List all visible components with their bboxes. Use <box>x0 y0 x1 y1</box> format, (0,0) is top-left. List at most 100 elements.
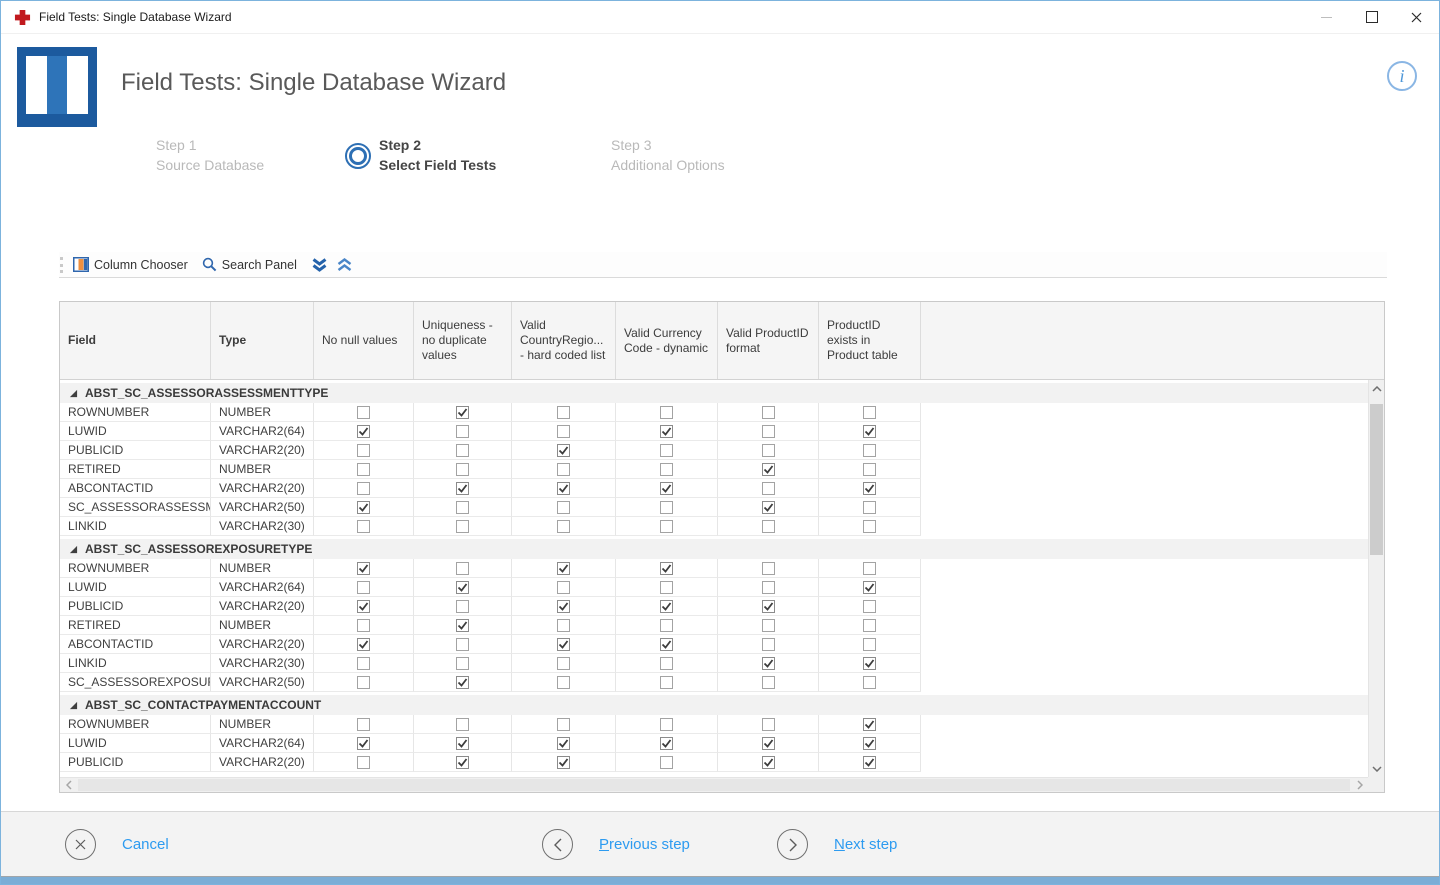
group-expand-icon[interactable] <box>69 545 78 554</box>
checkbox-checked[interactable] <box>456 756 469 769</box>
checkbox-unchecked[interactable] <box>357 406 370 419</box>
checkbox-unchecked[interactable] <box>456 444 469 457</box>
checkbox-checked[interactable] <box>863 425 876 438</box>
checkbox-unchecked[interactable] <box>357 444 370 457</box>
checkbox-checked[interactable] <box>762 600 775 613</box>
checkbox-unchecked[interactable] <box>357 676 370 689</box>
cancel-button[interactable]: Cancel <box>65 829 169 860</box>
column-header[interactable]: Valid CountryRegio... - hard coded list <box>512 302 616 379</box>
checkbox-unchecked[interactable] <box>456 463 469 476</box>
checkbox-checked[interactable] <box>456 406 469 419</box>
expand-all-button[interactable] <box>311 258 328 272</box>
checkbox-checked[interactable] <box>557 638 570 651</box>
checkbox-checked[interactable] <box>456 676 469 689</box>
checkbox-unchecked[interactable] <box>557 581 570 594</box>
checkbox-unchecked[interactable] <box>863 562 876 575</box>
checkbox-checked[interactable] <box>456 482 469 495</box>
checkbox-checked[interactable] <box>863 718 876 731</box>
checkbox-unchecked[interactable] <box>357 619 370 632</box>
checkbox-unchecked[interactable] <box>863 520 876 533</box>
checkbox-unchecked[interactable] <box>660 406 673 419</box>
checkbox-unchecked[interactable] <box>660 520 673 533</box>
horizontal-scrollbar[interactable] <box>60 777 1368 792</box>
checkbox-unchecked[interactable] <box>762 619 775 632</box>
checkbox-unchecked[interactable] <box>456 718 469 731</box>
checkbox-checked[interactable] <box>863 756 876 769</box>
column-header[interactable]: No null values <box>314 302 414 379</box>
checkbox-unchecked[interactable] <box>762 562 775 575</box>
checkbox-unchecked[interactable] <box>456 501 469 514</box>
checkbox-unchecked[interactable] <box>863 676 876 689</box>
column-header[interactable]: Field <box>60 302 211 379</box>
table-row[interactable]: PUBLICIDVARCHAR2(20) <box>60 597 1368 616</box>
vertical-scrollbar[interactable] <box>1368 380 1384 777</box>
checkbox-unchecked[interactable] <box>762 676 775 689</box>
checkbox-unchecked[interactable] <box>762 638 775 651</box>
checkbox-checked[interactable] <box>762 657 775 670</box>
scroll-down-arrow[interactable] <box>1369 760 1384 777</box>
checkbox-unchecked[interactable] <box>456 657 469 670</box>
checkbox-unchecked[interactable] <box>863 444 876 457</box>
checkbox-checked[interactable] <box>660 482 673 495</box>
table-row[interactable]: PUBLICIDVARCHAR2(20) <box>60 441 1368 460</box>
checkbox-unchecked[interactable] <box>557 406 570 419</box>
checkbox-unchecked[interactable] <box>660 619 673 632</box>
checkbox-checked[interactable] <box>863 581 876 594</box>
table-row[interactable]: LUWIDVARCHAR2(64) <box>60 734 1368 753</box>
checkbox-unchecked[interactable] <box>660 756 673 769</box>
horizontal-scroll-thumb[interactable] <box>78 779 1350 791</box>
collapse-all-button[interactable] <box>336 258 353 272</box>
checkbox-unchecked[interactable] <box>557 619 570 632</box>
checkbox-checked[interactable] <box>557 737 570 750</box>
checkbox-unchecked[interactable] <box>557 657 570 670</box>
toolbar-grip[interactable] <box>60 257 66 273</box>
minimize-button[interactable] <box>1304 1 1349 33</box>
checkbox-checked[interactable] <box>660 737 673 750</box>
maximize-button[interactable] <box>1349 1 1394 33</box>
checkbox-checked[interactable] <box>456 619 469 632</box>
checkbox-checked[interactable] <box>660 600 673 613</box>
checkbox-unchecked[interactable] <box>863 463 876 476</box>
checkbox-checked[interactable] <box>762 756 775 769</box>
checkbox-unchecked[interactable] <box>456 562 469 575</box>
checkbox-unchecked[interactable] <box>557 676 570 689</box>
checkbox-checked[interactable] <box>863 657 876 670</box>
checkbox-checked[interactable] <box>660 638 673 651</box>
checkbox-unchecked[interactable] <box>456 520 469 533</box>
column-header[interactable]: ProductID exists in Product table <box>819 302 921 379</box>
table-row[interactable]: LINKIDVARCHAR2(30) <box>60 517 1368 536</box>
table-row[interactable]: LUWIDVARCHAR2(64) <box>60 422 1368 441</box>
checkbox-checked[interactable] <box>557 482 570 495</box>
checkbox-unchecked[interactable] <box>660 444 673 457</box>
checkbox-checked[interactable] <box>456 737 469 750</box>
checkbox-unchecked[interactable] <box>863 619 876 632</box>
table-row[interactable]: RETIREDNUMBER <box>60 616 1368 635</box>
checkbox-unchecked[interactable] <box>357 756 370 769</box>
scroll-right-arrow[interactable] <box>1351 778 1368 792</box>
checkbox-unchecked[interactable] <box>456 600 469 613</box>
info-icon[interactable]: i <box>1387 61 1417 91</box>
close-button[interactable] <box>1394 1 1439 33</box>
column-header[interactable]: Valid Currency Code - dynamic <box>616 302 718 379</box>
checkbox-checked[interactable] <box>357 737 370 750</box>
column-header[interactable]: Valid ProductID format <box>718 302 819 379</box>
checkbox-unchecked[interactable] <box>357 718 370 731</box>
checkbox-unchecked[interactable] <box>863 600 876 613</box>
checkbox-checked[interactable] <box>762 737 775 750</box>
checkbox-unchecked[interactable] <box>660 676 673 689</box>
checkbox-checked[interactable] <box>456 581 469 594</box>
table-row[interactable]: ABCONTACTIDVARCHAR2(20) <box>60 635 1368 654</box>
group-expand-icon[interactable] <box>69 701 78 710</box>
group-expand-icon[interactable] <box>69 389 78 398</box>
group-row[interactable]: ABST_SC_CONTACTPAYMENTACCOUNT <box>60 695 1368 715</box>
checkbox-checked[interactable] <box>557 562 570 575</box>
checkbox-unchecked[interactable] <box>357 657 370 670</box>
checkbox-unchecked[interactable] <box>762 520 775 533</box>
checkbox-checked[interactable] <box>357 501 370 514</box>
checkbox-checked[interactable] <box>357 638 370 651</box>
checkbox-unchecked[interactable] <box>557 463 570 476</box>
checkbox-unchecked[interactable] <box>456 638 469 651</box>
checkbox-unchecked[interactable] <box>357 463 370 476</box>
next-step-button[interactable]: Next step <box>777 829 897 860</box>
scroll-left-arrow[interactable] <box>60 778 77 792</box>
